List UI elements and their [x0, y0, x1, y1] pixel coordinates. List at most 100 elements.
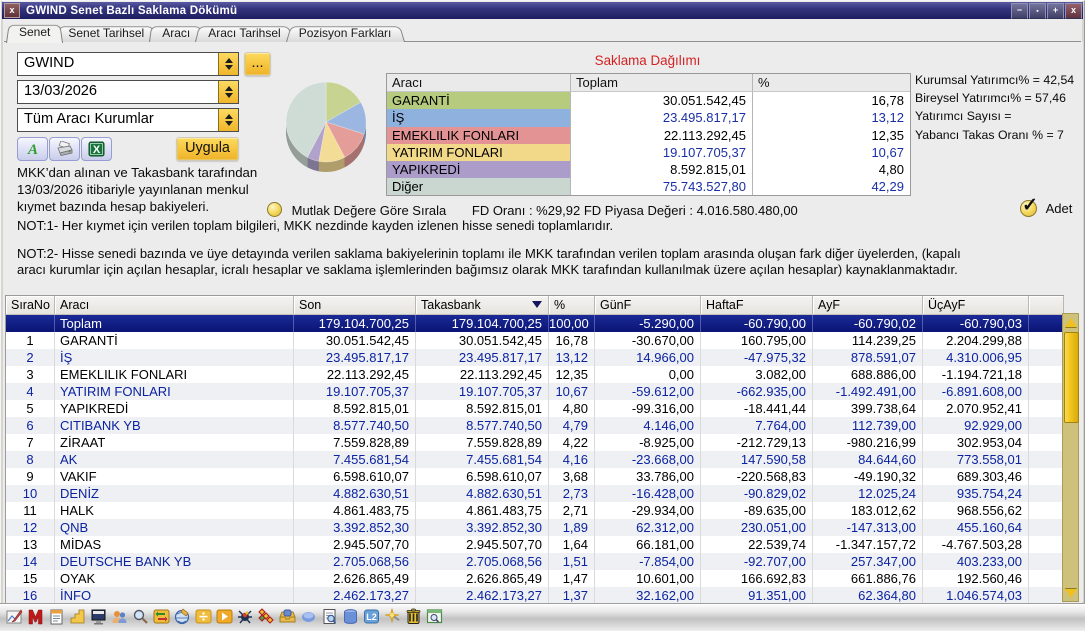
cell: 302.953,04 — [923, 434, 1029, 451]
column-header-günf[interactable]: GünF — [595, 296, 701, 314]
holdings-row[interactable]: 15 OYAK 2.626.865,49 2.626.865,49 1,47 10.601… — [6, 570, 1064, 587]
holdings-row[interactable]: 6 CITIBANK YB 8.577.740,50 8.577.740,50 4,79… — [6, 417, 1064, 434]
database-icon[interactable] — [341, 607, 360, 626]
cell: 112.739,00 — [813, 417, 923, 434]
holdings-row[interactable]: 7 ZİRAAT 7.559.828,89 7.559.828,89 4,22 -8.92… — [6, 434, 1064, 451]
steps-icon[interactable] — [68, 607, 87, 626]
holdings-row[interactable]: 12 QNB 3.392.852,30 3.392.852,30 1,89 62.312,… — [6, 519, 1064, 536]
distribution-row[interactable]: GARANTİ 30.051.542,45 16,78 — [387, 92, 910, 110]
magnifier-icon[interactable] — [131, 607, 150, 626]
divide-box-icon[interactable] — [194, 607, 213, 626]
apply-button[interactable]: Uygula — [176, 137, 239, 161]
cell: 114.239,25 — [813, 332, 923, 349]
chevrons-icon[interactable] — [257, 607, 276, 626]
cell: 14 — [6, 553, 55, 570]
symbol-combobox[interactable]: GWIND — [17, 52, 239, 76]
tab-pozisyon-farklari[interactable]: Pozisyon Farkları — [291, 25, 400, 42]
holdings-row[interactable]: 9 VAKIF 6.598.610,07 6.598.610,07 3,68 33.786… — [6, 468, 1064, 485]
inbox-icon[interactable] — [278, 607, 297, 626]
holdings-row[interactable]: Toplam 179.104.700,25 179.104.700,25 100,00… — [6, 315, 1064, 332]
column-header-haftaf[interactable]: HaftaF — [701, 296, 813, 314]
broker-combobox[interactable]: Tüm Aracı Kurumlar — [17, 108, 239, 132]
restore-button[interactable]: ▪ — [1029, 2, 1046, 19]
transfer-icon[interactable] — [152, 607, 171, 626]
cell: -8.925,00 — [595, 434, 701, 451]
blue-button-icon[interactable] — [299, 607, 318, 626]
holdings-row[interactable]: 2 İŞ 23.495.817,17 23.495.817,17 13,12 14.966… — [6, 349, 1064, 366]
window-zoom-icon[interactable] — [425, 607, 444, 626]
column-header-ayf[interactable]: AyF — [813, 296, 923, 314]
adet-checkbox-group[interactable]: ✓ Adet — [1020, 195, 1072, 218]
tab-senet-tarihsel[interactable]: Senet Tarihsel — [60, 25, 152, 42]
play-box-icon[interactable] — [215, 607, 234, 626]
print-button[interactable] — [49, 137, 80, 161]
scroll-down-button[interactable] — [1063, 585, 1078, 601]
vertical-scrollbar[interactable] — [1062, 313, 1079, 602]
cell — [1029, 332, 1064, 349]
holdings-row[interactable]: 8 AK 7.455.681,54 7.455.681,54 4,16 -23.668,0… — [6, 451, 1064, 468]
holdings-row[interactable]: 4 YATIRIM FONLARI 19.107.705,37 19.107.705,… — [6, 383, 1064, 400]
cell: 8.592.815,01 — [416, 400, 549, 417]
globe-brush-icon[interactable] — [173, 607, 192, 626]
fd-info: FD Oranı : %29,92 FD Piyasa Değeri : 4.0… — [471, 203, 798, 218]
column-header-üçayf[interactable]: ÜçAyF — [923, 296, 1029, 314]
distribution-row[interactable]: İŞ 23.495.817,17 13,12 — [387, 109, 910, 127]
notepad-icon[interactable] — [47, 607, 66, 626]
tab-araci-tarihsel[interactable]: Aracı Tarihsel — [200, 25, 288, 42]
sort-radio[interactable] — [267, 202, 282, 217]
column-header-son[interactable]: Son — [294, 296, 416, 314]
distribution-row[interactable]: Diğer 75.743.527,80 42,29 — [387, 178, 910, 196]
holdings-row[interactable]: 11 HALK 4.861.483,75 4.861.483,75 2,71 -29.93… — [6, 502, 1064, 519]
cell: 22.113.292,45 — [416, 366, 549, 383]
spider-icon[interactable] — [236, 607, 255, 626]
doc-zoom-icon[interactable] — [320, 607, 339, 626]
matriks-m-icon[interactable] — [26, 607, 45, 626]
close-left-icon[interactable]: x — [4, 3, 20, 18]
distribution-row[interactable]: YATIRIM FONLARI 19.107.705,37 10,67 — [387, 143, 910, 161]
holdings-row[interactable]: 10 DENİZ 4.882.630,51 4.882.630,51 2,73 -16.4… — [6, 485, 1064, 502]
date-combobox[interactable]: 13/03/2026 — [17, 80, 239, 104]
cell: -60.790,02 — [813, 315, 923, 332]
symbol-spinner[interactable] — [218, 53, 238, 75]
distribution-row[interactable]: EMEKLILIK FONLARI 22.113.292,45 12,35 — [387, 126, 910, 144]
cell: 1,47 — [549, 570, 595, 587]
minimize-button[interactable]: − — [1011, 2, 1028, 19]
holdings-row[interactable]: 5 YAPIKREDİ 8.592.815,01 8.592.815,01 4,80 -9… — [6, 400, 1064, 417]
holdings-row[interactable]: 16 İNFO 2.462.173,27 2.462.173,27 1,37 32.162… — [6, 587, 1064, 604]
users-icon[interactable] — [110, 607, 129, 626]
column-header-%[interactable]: % — [549, 296, 595, 314]
sparkle-tools-icon[interactable] — [383, 607, 402, 626]
cell: 12,35 — [549, 366, 595, 383]
holdings-row[interactable]: 13 MİDAS 2.945.507,70 2.945.507,70 1,64 66.18… — [6, 536, 1064, 553]
close-button[interactable]: x — [1065, 2, 1082, 19]
distribution-row[interactable]: YAPIKREDİ 8.592.815,01 4,80 — [387, 160, 910, 179]
note-1: NOT:1- Her kıymet için verilen toplam bi… — [17, 218, 614, 233]
maximize-button[interactable]: + — [1047, 2, 1064, 19]
cell: 10,67 — [549, 383, 595, 400]
font-button[interactable]: A — [17, 137, 48, 161]
monitor-icon[interactable] — [89, 607, 108, 626]
scrollbar-thumb[interactable] — [1064, 332, 1079, 423]
broker-spinner[interactable] — [218, 109, 238, 131]
column-header-takasbank[interactable]: Takasbank — [416, 296, 549, 314]
scroll-up-button[interactable] — [1063, 314, 1078, 330]
svg-text:X: X — [93, 144, 101, 156]
trash-icon[interactable] — [404, 607, 423, 626]
chart-edit-icon[interactable] — [5, 607, 24, 626]
cell: 179.104.700,25 — [416, 315, 549, 332]
holdings-row[interactable]: 3 EMEKLILIK FONLARI 22.113.292,45 22.113.29… — [6, 366, 1064, 383]
symbol-browse-button[interactable]: ... — [244, 52, 271, 76]
cell: 4.882.630,51 — [294, 485, 416, 502]
tab-senet[interactable]: Senet — [11, 23, 58, 42]
cell — [1029, 315, 1064, 332]
adet-checkbox[interactable]: ✓ — [1020, 195, 1038, 217]
level2-icon[interactable]: L2 — [362, 607, 381, 626]
column-header-aracı[interactable]: Aracı — [55, 296, 294, 314]
holdings-row[interactable]: 1 GARANTİ 30.051.542,45 30.051.542,45 16,78-… — [6, 332, 1064, 349]
tab-araci[interactable]: Aracı — [154, 25, 198, 42]
column-header-sırano[interactable]: SıraNo — [6, 296, 55, 314]
date-spinner[interactable] — [218, 81, 238, 103]
cell: 12 — [6, 519, 55, 536]
excel-button[interactable]: X — [81, 137, 112, 161]
holdings-row[interactable]: 14 DEUTSCHE BANK YB 2.705.068,56 2.705.068,… — [6, 553, 1064, 570]
